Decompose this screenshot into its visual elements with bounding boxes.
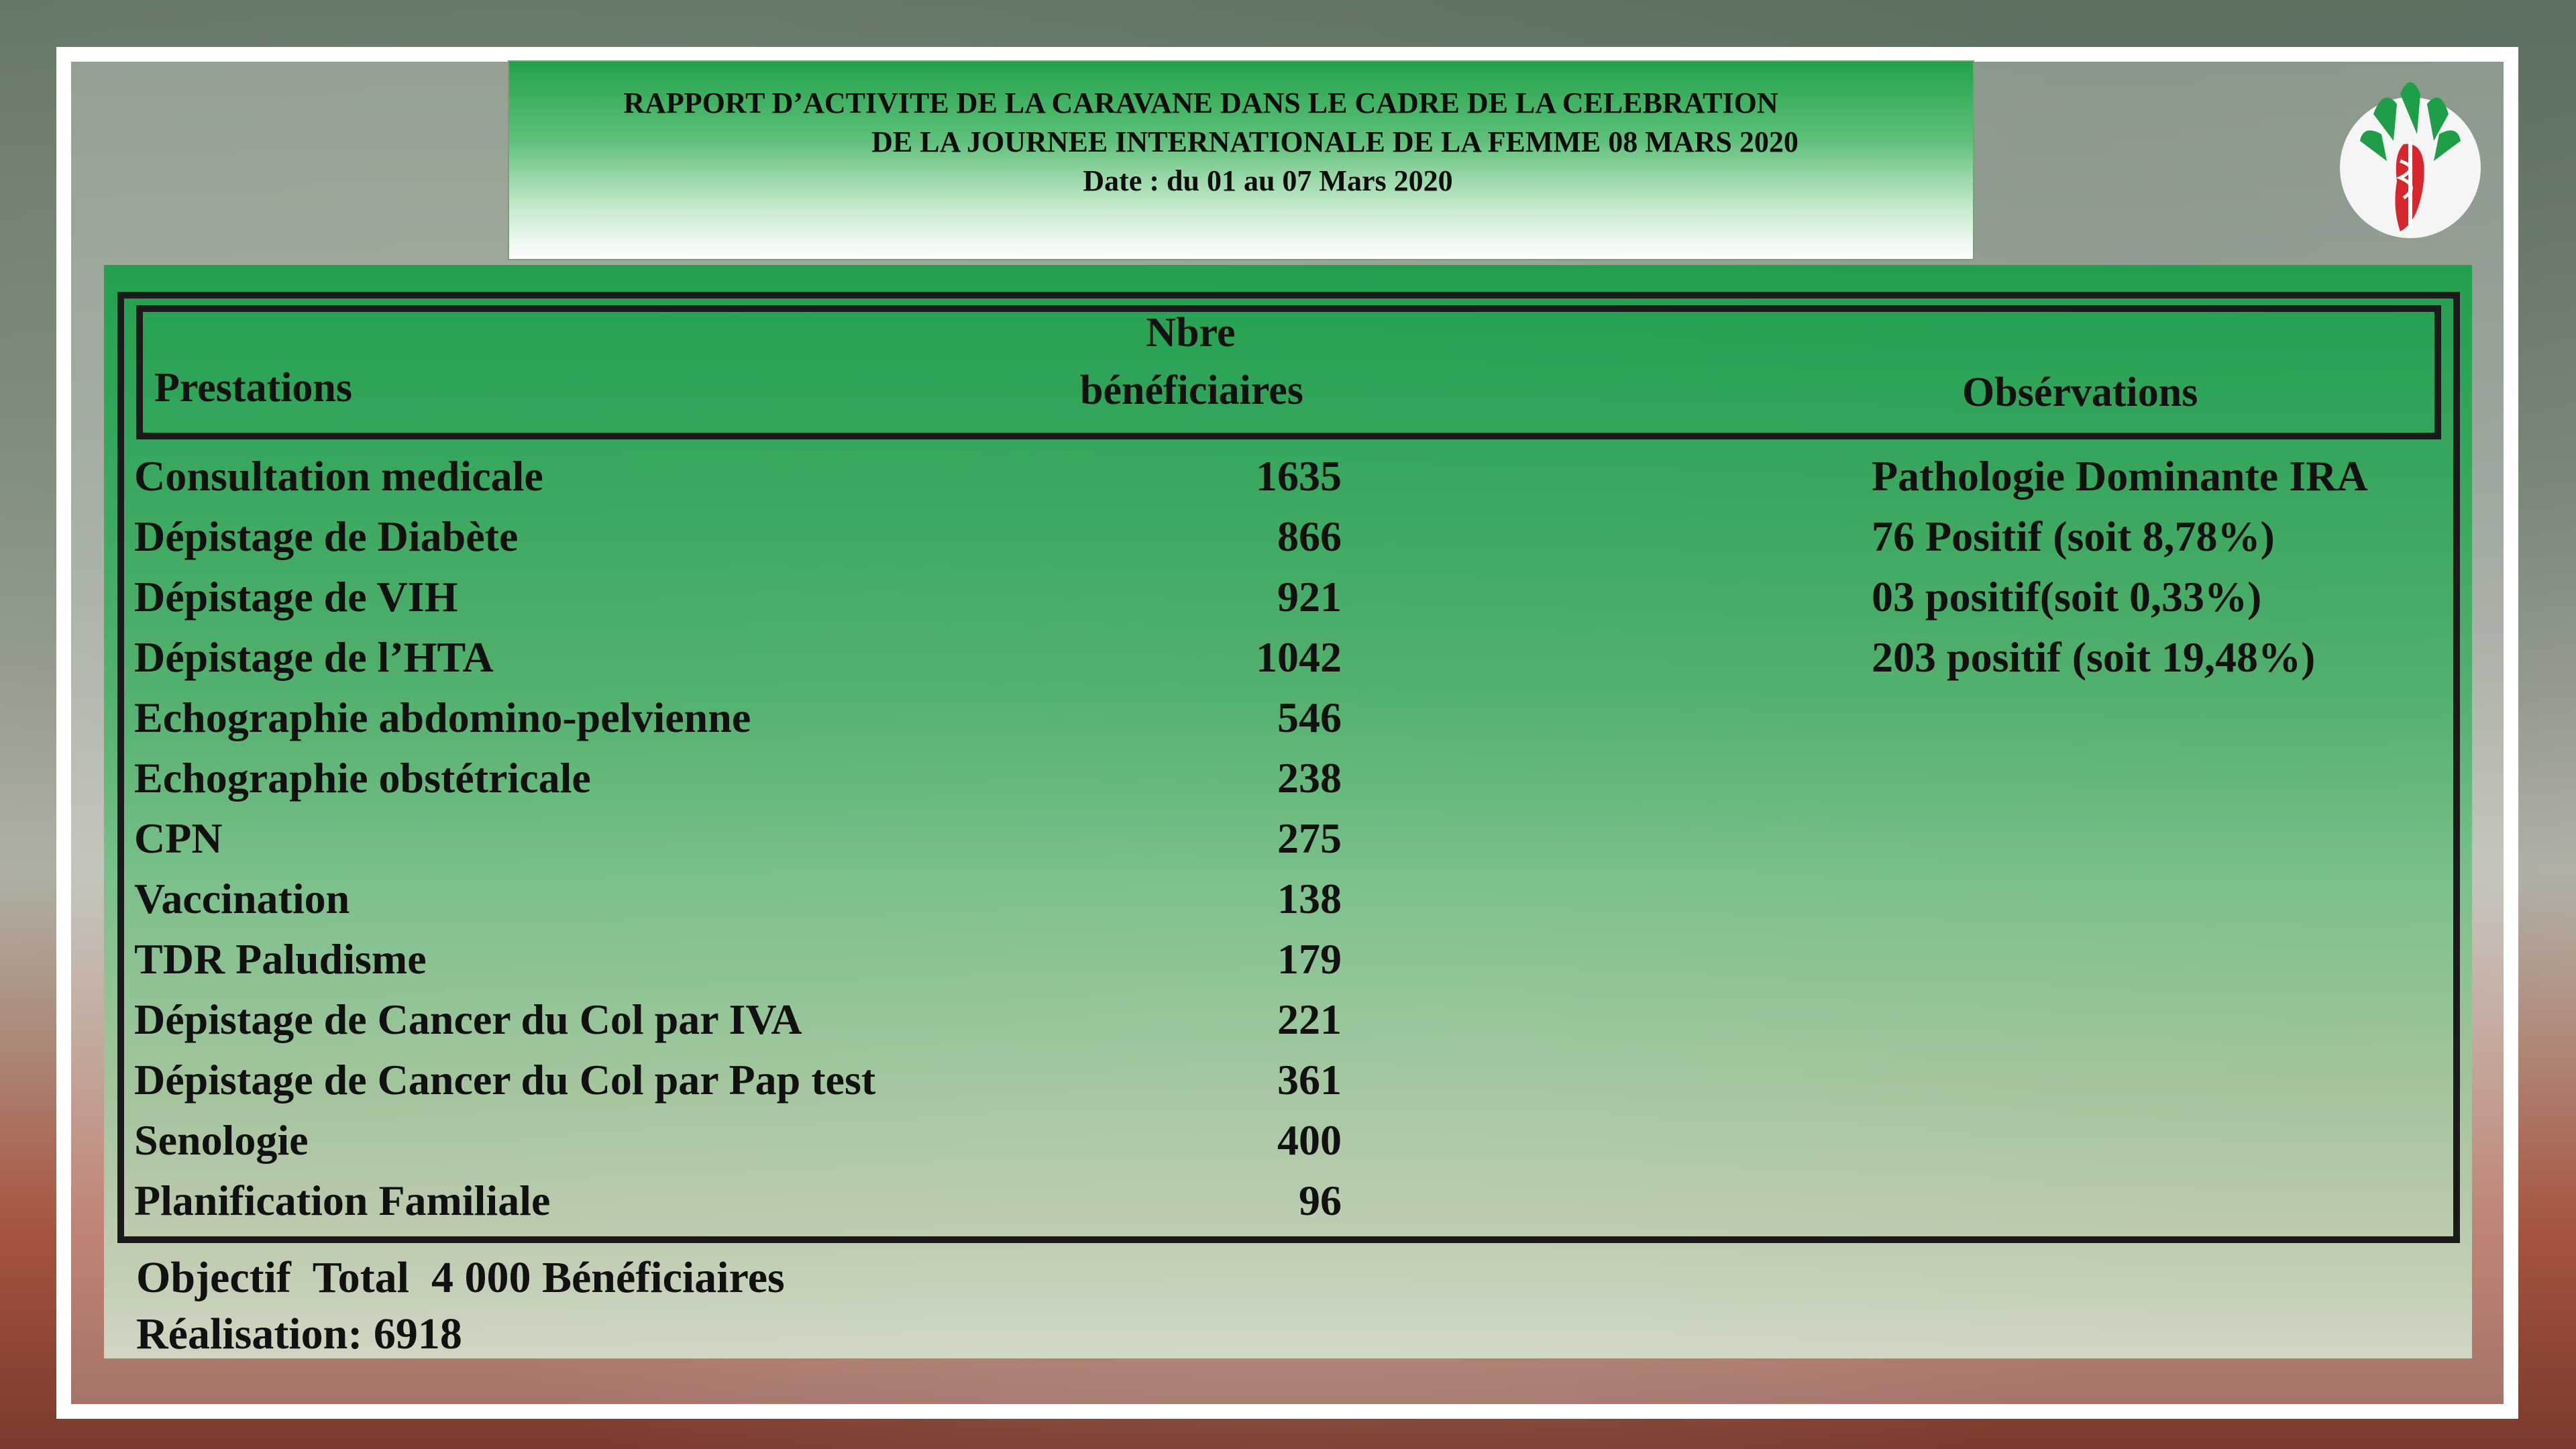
summary-footer: Objectif Total 4 000 Bénéficiaires Réali… (136, 1250, 785, 1362)
column-header-observations: Obsérvations (1962, 370, 2198, 415)
prestation-name: Dépistage de Cancer du Col par Pap test (134, 1056, 876, 1104)
table-row: Echographie abdomino-pelvienne 546 (134, 688, 2442, 748)
table-row: Dépistage de Cancer du Col par Pap test … (134, 1050, 2442, 1110)
observation-text: 76 Positif (soit 8,78%) (1872, 513, 2275, 560)
prestation-name: Senologie (134, 1116, 309, 1164)
prestation-name: CPN (134, 814, 223, 862)
table-row: Planification Familiale 96 (134, 1171, 2442, 1231)
table-row: Senologie 400 (134, 1110, 2442, 1171)
prestation-name: Consultation medicale (134, 452, 543, 500)
objectif-total: Objectif Total 4 000 Bénéficiaires (136, 1253, 785, 1302)
table-row: Consultation medicale 1635 Pathologie Do… (134, 446, 2442, 506)
prestation-name: Dépistage de l’HTA (134, 633, 494, 681)
prestation-name: TDR Paludisme (134, 935, 427, 983)
table-row: CPN 275 (134, 808, 2442, 869)
observation-text: 203 positif (soit 19,48%) (1872, 633, 2316, 681)
beneficiaires-count: 400 (1277, 1116, 1342, 1164)
results-panel: Prestations Nbre bénéficiaires Obsérvati… (104, 265, 2472, 1358)
table-row: Vaccination 138 (134, 869, 2442, 929)
beneficiaires-count: 275 (1277, 814, 1342, 862)
prestation-name: Planification Familiale (134, 1177, 551, 1224)
beneficiaires-count: 1635 (1256, 452, 1342, 500)
prestation-name: Dépistage de Cancer du Col par IVA (134, 996, 802, 1043)
beneficiaires-count: 221 (1277, 996, 1342, 1043)
table-row: Dépistage de l’HTA 1042 203 positif (soi… (134, 627, 2442, 688)
report-date: Date : du 01 au 07 Mars 2020 (1083, 164, 1453, 197)
beneficiaires-count: 179 (1277, 935, 1342, 983)
beneficiaires-count: 96 (1299, 1177, 1342, 1224)
prestation-name: Vaccination (134, 875, 350, 922)
realisation-total: Réalisation: 6918 (136, 1309, 462, 1358)
beneficiaires-count: 1042 (1256, 633, 1342, 681)
beneficiaires-count: 921 (1277, 573, 1342, 621)
table-row: TDR Paludisme 179 (134, 929, 2442, 989)
table-body: Consultation medicale 1635 Pathologie Do… (134, 446, 2442, 1231)
prestation-name: Dépistage de VIH (134, 573, 458, 621)
column-header-nbre-beneficiaires: Nbre bénéficiaires (1080, 310, 1303, 413)
report-title-line-1: RAPPORT D’ACTIVITE DE LA CARAVANE DANS L… (623, 87, 1778, 119)
beneficiaires-count: 138 (1277, 875, 1342, 922)
column-header-prestations: Prestations (154, 365, 353, 411)
prestation-name: Echographie obstétricale (134, 754, 591, 802)
table-row: Dépistage de VIH 921 03 positif(soit 0,3… (134, 567, 2442, 627)
observation-text: 03 positif(soit 0,33%) (1872, 573, 2262, 621)
report-title-box: RAPPORT D’ACTIVITE DE LA CARAVANE DANS L… (508, 60, 1974, 260)
report-title-line-2: DE LA JOURNEE INTERNATIONALE DE LA FEMME… (871, 125, 1799, 158)
beneficiaires-count: 238 (1277, 754, 1342, 802)
ministry-health-logo-icon (2340, 82, 2481, 238)
prestation-name: Echographie abdomino-pelvienne (134, 694, 751, 741)
beneficiaires-count: 546 (1277, 694, 1342, 741)
beneficiaires-count: 866 (1277, 513, 1342, 560)
observation-text: Pathologie Dominante IRA (1872, 452, 2368, 500)
table-row: Echographie obstétricale 238 (134, 748, 2442, 808)
prestation-name: Dépistage de Diabète (134, 513, 519, 560)
table-row: Dépistage de Diabète 866 76 Positif (soi… (134, 506, 2442, 567)
beneficiaires-count: 361 (1277, 1056, 1342, 1104)
table-row: Dépistage de Cancer du Col par IVA 221 (134, 989, 2442, 1050)
